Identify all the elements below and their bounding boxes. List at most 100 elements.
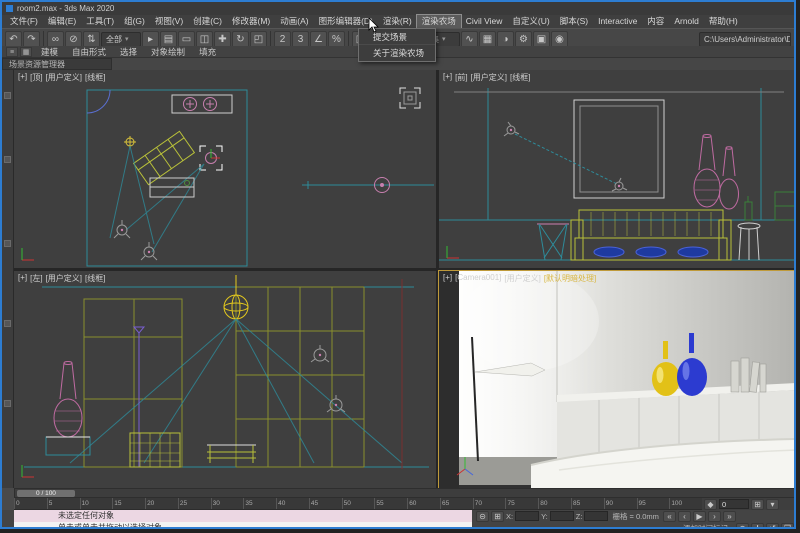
bench-left[interactable] <box>207 445 256 463</box>
viewport-front[interactable]: [+] [前] [用户定义] [线框] <box>439 70 796 268</box>
project-path-field[interactable]: C:\Users\Administrator\Doc <box>699 32 791 47</box>
menu-item[interactable]: 内容 <box>642 15 669 28</box>
menu-item[interactable]: 编辑(E) <box>43 15 81 28</box>
render-production-button[interactable]: ◉ <box>551 31 568 48</box>
viewport-view-name[interactable]: [顶] <box>30 72 42 83</box>
scene-explorer-caption[interactable]: 场景资源管理器 <box>2 58 112 70</box>
strip-button[interactable] <box>4 92 11 99</box>
viewport-user-label[interactable]: [用户定义] <box>46 72 82 83</box>
ribbon-menu-icon[interactable]: ≡ <box>6 47 18 57</box>
ribbon-tab[interactable]: 选择 <box>113 46 144 58</box>
menu-item[interactable]: Interactive <box>593 15 642 28</box>
viewport-user-label[interactable]: [用户定义] <box>471 72 507 83</box>
cart-wireframe[interactable] <box>130 433 180 467</box>
chevron-down-icon[interactable]: ▾ <box>766 499 779 510</box>
cabinet-wireframe[interactable] <box>84 299 182 467</box>
viewport-shading-label[interactable]: [默认明暗处理] <box>544 273 596 284</box>
select-and-rotate-button[interactable]: ↻ <box>232 31 249 48</box>
viewport-camera-label[interactable]: [+] [Camera001] [用户定义] [默认明暗处理] <box>443 273 596 284</box>
bench-top[interactable] <box>150 178 194 197</box>
viewport-view-name[interactable]: [左] <box>30 273 42 284</box>
strip-button[interactable] <box>4 320 11 327</box>
sofa-front-wireframe[interactable] <box>571 210 731 260</box>
menu-item[interactable]: 文件(F) <box>5 15 43 28</box>
light-stand[interactable] <box>134 327 144 467</box>
menu-item[interactable]: 渲染(R) <box>378 15 417 28</box>
angle-snap-toggle[interactable]: ∠ <box>310 31 327 48</box>
spotlights-front[interactable] <box>504 122 627 191</box>
viewport-user-label[interactable]: [用户定义] <box>504 273 540 284</box>
add-time-tag-label[interactable]: 添加时间标记 <box>683 523 728 529</box>
viewport-shading-label[interactable]: [线框] <box>85 72 105 83</box>
menu-item[interactable]: 工具(T) <box>81 15 119 28</box>
menu-item[interactable]: 视图(V) <box>150 15 188 28</box>
menu-item[interactable]: Arnold <box>669 15 704 28</box>
zoom-icon[interactable]: ⊕ <box>736 523 749 529</box>
time-slider[interactable]: 0 / 100 <box>14 488 796 498</box>
ribbon-tab[interactable]: 对象绘制 <box>144 46 192 58</box>
green-sofa-front[interactable] <box>775 192 795 220</box>
menu-item[interactable]: 帮助(H) <box>704 15 743 28</box>
ribbon-grid-icon[interactable]: ▦ <box>20 47 32 57</box>
viewport-menu-plus[interactable]: [+] <box>18 72 27 83</box>
viewport-menu-plus[interactable]: [+] <box>18 273 27 284</box>
ribbon-tab[interactable]: 建模 <box>34 46 65 58</box>
menu-item[interactable]: 渲染农场 <box>417 15 461 28</box>
viewport-view-name[interactable]: [Camera001] <box>455 273 501 284</box>
key-filters-button[interactable]: ⊞ <box>751 499 764 510</box>
snap-3d-toggle[interactable]: 3 <box>292 31 309 48</box>
menu-item[interactable]: 组(G) <box>119 15 150 28</box>
maximize-viewport-icon[interactable]: ❒ <box>781 523 794 529</box>
x-coord-field[interactable] <box>515 511 539 521</box>
teapots-top[interactable] <box>184 98 217 111</box>
pedestal-box[interactable] <box>46 437 90 455</box>
orbit-icon[interactable]: ↺ <box>766 523 779 529</box>
scene-explorer-collapsed-strip[interactable] <box>2 70 14 488</box>
menu-item[interactable]: 修改器(M) <box>227 15 275 28</box>
floor-lamp-top[interactable] <box>114 220 157 260</box>
key-mode-button[interactable]: ◆ <box>704 499 717 510</box>
track-bar[interactable]: 0510152025303540455055606570758085909510… <box>14 498 702 510</box>
viewport-shading-label[interactable]: [线框] <box>85 273 105 284</box>
bottle-front[interactable] <box>745 196 752 220</box>
sofa-top-wireframe[interactable] <box>134 131 195 184</box>
render-setup-button[interactable]: ⚙ <box>515 31 532 48</box>
curve-editor-button[interactable]: ∿ <box>461 31 478 48</box>
viewport-menu-plus[interactable]: [+] <box>443 273 452 284</box>
viewport-front-label[interactable]: [+] [前] [用户定义] [线框] <box>443 72 530 83</box>
pan-icon[interactable]: ✛ <box>751 523 764 529</box>
menu-item[interactable]: 创建(C) <box>188 15 227 28</box>
viewport-menu-plus[interactable]: [+] <box>443 72 452 83</box>
wall-fans[interactable] <box>311 345 345 412</box>
viewport-top-label[interactable]: [+] [顶] [用户定义] [线框] <box>18 72 105 83</box>
vase-left-wireframe[interactable] <box>54 362 82 438</box>
strip-button[interactable] <box>4 240 11 247</box>
viewport-camera[interactable]: [+] [Camera001] [用户定义] [默认明暗处理] <box>439 271 796 488</box>
viewport-user-label[interactable]: [用户定义] <box>46 273 82 284</box>
rendered-frame-window-button[interactable]: ▣ <box>533 31 550 48</box>
previous-frame-button[interactable]: ‹ <box>678 511 691 522</box>
window-frame[interactable] <box>574 100 664 198</box>
material-editor-button[interactable]: ◑ <box>497 31 514 48</box>
title-bar[interactable]: room2.max - 3ds Max 2020 <box>2 2 794 15</box>
strip-button[interactable] <box>4 156 11 163</box>
ribbon-tab[interactable]: 填充 <box>192 46 223 58</box>
side-table-front[interactable] <box>537 224 569 260</box>
absolute-offset-toggle[interactable]: ⊞ <box>491 511 504 522</box>
selected-light-gizmo[interactable] <box>400 88 420 108</box>
table-top[interactable] <box>172 95 232 113</box>
viewport-left-label[interactable]: [+] [左] [用户定义] [线框] <box>18 273 105 284</box>
stool-front[interactable] <box>738 223 760 260</box>
viewport-top[interactable]: [+] [顶] [用户定义] [线框] <box>14 70 436 268</box>
selected-object-bracket[interactable] <box>200 146 222 170</box>
menu-item[interactable]: 脚本(S) <box>555 15 593 28</box>
next-frame-button[interactable]: › <box>708 511 721 522</box>
go-to-end-button[interactable]: » <box>723 511 736 522</box>
snap-2d-toggle[interactable]: 2 <box>274 31 291 48</box>
ribbon-tab[interactable]: 自由形式 <box>65 46 113 58</box>
selection-filter-dropdown[interactable]: 全部 ▾ <box>101 32 141 47</box>
y-coord-field[interactable] <box>550 511 574 521</box>
z-coord-field[interactable] <box>584 511 608 521</box>
menu-item[interactable]: 动画(A) <box>275 15 313 28</box>
frame-number-field[interactable] <box>719 499 749 509</box>
